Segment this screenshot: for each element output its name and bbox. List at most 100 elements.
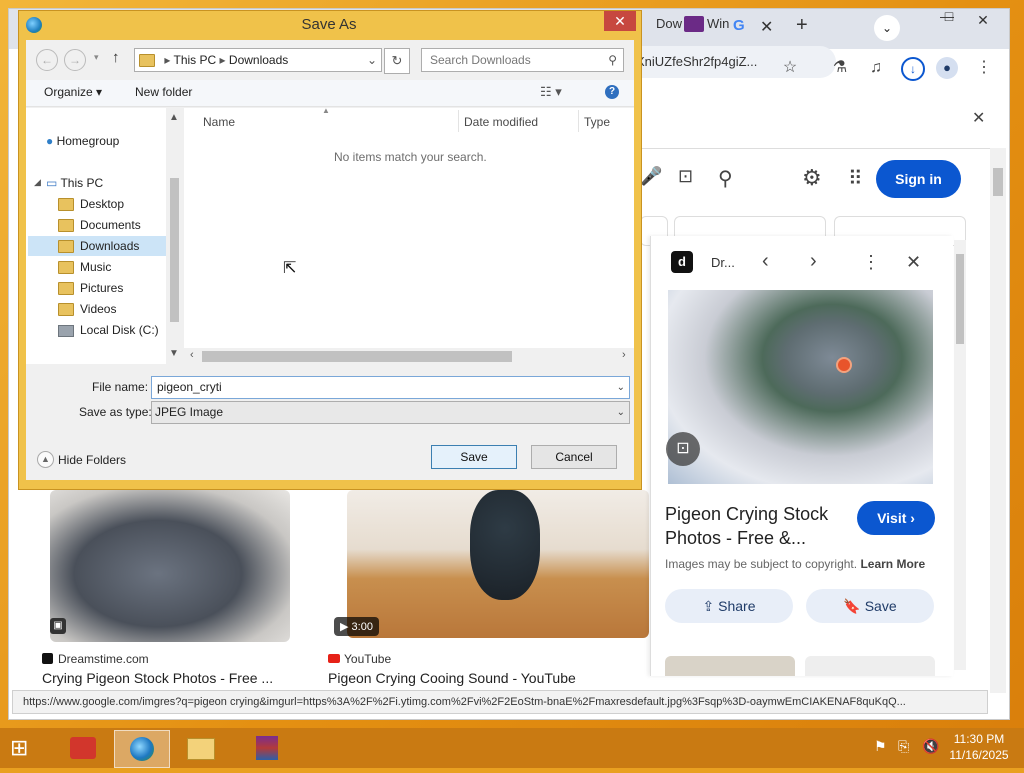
previous-chevron-icon[interactable]: ‹ xyxy=(762,250,769,273)
scroll-left-icon[interactable]: ‹ xyxy=(190,349,194,361)
download-icon[interactable]: ↓ xyxy=(901,57,925,81)
scroll-down-icon[interactable]: ▼ xyxy=(169,348,179,359)
column-header-name[interactable]: Name xyxy=(203,115,235,129)
volume-muted-icon[interactable]: 🔇 xyxy=(922,738,939,755)
apps-grid-icon[interactable]: ⠿ xyxy=(848,166,863,191)
refresh-icon[interactable]: ↻ xyxy=(384,48,410,74)
windows-start-icon[interactable]: ⊞ xyxy=(10,736,38,760)
voice-search-icon[interactable]: 🎤 xyxy=(640,166,662,187)
action-center-flag-icon[interactable]: ⚑ xyxy=(874,738,887,755)
media-queue-icon[interactable]: ♫ xyxy=(864,56,888,80)
chrome-menu-icon[interactable]: ⋮ xyxy=(972,56,996,80)
nav-documents[interactable]: Documents xyxy=(58,215,141,235)
related-image-thumb[interactable] xyxy=(805,656,935,676)
page-scrollbar-thumb[interactable] xyxy=(993,168,1003,196)
lens-search-icon[interactable]: ⊡ xyxy=(678,166,693,187)
expand-collapse-icon[interactable]: ◢ xyxy=(34,177,41,188)
preview-image[interactable] xyxy=(668,290,933,484)
up-arrow-icon[interactable]: ↑ xyxy=(112,49,120,66)
next-chevron-icon[interactable]: › xyxy=(810,250,817,273)
column-header-date[interactable]: Date modified xyxy=(464,115,538,129)
tab-win[interactable]: Win xyxy=(707,8,729,40)
lens-icon[interactable]: ⊡ xyxy=(666,432,700,466)
result-source[interactable]: Dreamstime.com xyxy=(58,652,149,666)
more-options-icon[interactable]: ⋮ xyxy=(862,252,880,273)
taskbar-browser-icon[interactable] xyxy=(114,730,170,768)
column-header-type[interactable]: Type xyxy=(584,115,610,129)
file-name-input[interactable]: pigeon_cryti ⌄ xyxy=(151,376,630,399)
new-folder-button[interactable]: New folder xyxy=(135,85,192,99)
breadcrumb-this-pc[interactable]: This PC xyxy=(174,53,217,67)
taskbar-app-cube-icon[interactable] xyxy=(56,730,110,766)
panel-scrollbar[interactable] xyxy=(954,240,966,670)
result-title[interactable]: Pigeon Crying Cooing Sound - YouTube xyxy=(328,670,576,686)
help-icon[interactable]: ? xyxy=(605,85,619,99)
nav-desktop[interactable]: Desktop xyxy=(58,194,124,214)
page-scrollbar[interactable] xyxy=(990,148,1006,693)
file-list-hscrollbar[interactable]: ‹ › xyxy=(184,348,634,365)
result-image-dreamstime[interactable] xyxy=(50,490,290,642)
nav-downloads[interactable]: Downloads xyxy=(28,236,166,256)
address-dropdown-icon[interactable]: ⌄ xyxy=(367,49,377,71)
save-type-dropdown-icon[interactable]: ⌄ xyxy=(617,402,625,423)
hscroll-thumb[interactable] xyxy=(202,351,512,362)
share-button[interactable]: ⇪ Share xyxy=(665,589,793,623)
save-image-button[interactable]: 🔖 Save xyxy=(806,589,934,623)
nav-homegroup[interactable]: ● Homegroup xyxy=(46,131,119,151)
panel-scrollbar-thumb[interactable] xyxy=(956,254,964,344)
profile-avatar-icon[interactable]: ● xyxy=(936,57,958,79)
labs-flask-icon[interactable]: ⚗ xyxy=(828,56,852,80)
related-image-thumb[interactable] xyxy=(665,656,795,676)
maximize-icon[interactable]: □ xyxy=(932,4,966,28)
visit-button[interactable]: Visit › xyxy=(857,501,935,535)
breadcrumb[interactable]: ▸ This PC ▸ Downloads ⌄ xyxy=(134,48,382,72)
sign-in-button[interactable]: Sign in xyxy=(876,160,961,198)
search-icon[interactable]: ⚲ xyxy=(718,166,733,191)
nav-scroll-thumb[interactable] xyxy=(170,178,179,322)
nav-pictures[interactable]: Pictures xyxy=(58,278,123,298)
nav-videos[interactable]: Videos xyxy=(58,299,116,319)
recent-locations-chevron-icon[interactable]: ▾ xyxy=(94,52,99,63)
tab-search-chevron-icon[interactable]: ⌄ xyxy=(874,15,900,41)
address-bar[interactable]: XniUZfeShr2fp4giZ... xyxy=(630,46,836,78)
organize-menu[interactable]: Organize ▾ xyxy=(44,85,102,99)
nav-music[interactable]: Music xyxy=(58,257,111,277)
save-type-select[interactable]: JPEG Image ⌄ xyxy=(151,401,630,424)
close-window-icon[interactable]: ✕ xyxy=(966,8,1000,32)
file-name-dropdown-icon[interactable]: ⌄ xyxy=(617,377,625,398)
save-button[interactable]: Save xyxy=(431,445,517,469)
network-icon[interactable]: ⎘ xyxy=(898,738,909,755)
scroll-up-icon[interactable]: ▲ xyxy=(169,112,179,123)
hide-folders-chevron-icon[interactable]: ▲ xyxy=(37,451,54,468)
taskbar-winrar-icon[interactable] xyxy=(240,730,294,766)
dialog-close-icon[interactable]: ✕ xyxy=(604,11,636,31)
panel-title[interactable]: Pigeon Crying Stock Photos - Free &... xyxy=(665,502,828,550)
nav-local-disk[interactable]: Local Disk (C:) xyxy=(58,320,159,340)
breadcrumb-downloads[interactable]: Downloads xyxy=(229,53,288,67)
back-arrow-icon[interactable]: ← xyxy=(36,49,58,71)
bookmark-star-icon[interactable]: ☆ xyxy=(778,56,802,80)
search-box[interactable]: Search Downloads ⚲ xyxy=(421,48,624,72)
column-divider[interactable] xyxy=(578,110,579,132)
panel-close-icon[interactable]: ✕ xyxy=(906,252,921,273)
tab-close-icon[interactable]: ✕ xyxy=(760,17,773,37)
infobar-close-icon[interactable]: ✕ xyxy=(972,108,985,128)
learn-more-link[interactable]: Learn More xyxy=(860,557,925,571)
view-options-icon[interactable]: ☷ ▾ xyxy=(540,84,562,100)
winrar-tab-icon xyxy=(684,16,704,32)
cancel-button[interactable]: Cancel xyxy=(531,445,617,469)
settings-gear-icon[interactable]: ⚙ xyxy=(802,165,822,191)
forward-arrow-icon[interactable]: → xyxy=(64,49,86,71)
result-title[interactable]: Crying Pigeon Stock Photos - Free ... xyxy=(42,670,273,686)
taskbar-file-explorer-icon[interactable] xyxy=(174,730,228,766)
nav-scrollbar[interactable]: ▲ ▼ xyxy=(166,108,183,364)
nav-this-pc[interactable]: ▭ This PC xyxy=(46,173,103,193)
result-source[interactable]: YouTube xyxy=(344,652,391,666)
tab-dow[interactable]: Dow xyxy=(656,8,682,40)
taskbar-clock[interactable]: 11:30 PM 11/16/2025 xyxy=(944,731,1014,763)
column-divider[interactable] xyxy=(458,110,459,132)
panel-source[interactable]: Dr... xyxy=(711,255,735,270)
hide-folders-button[interactable]: Hide Folders xyxy=(58,453,126,467)
scroll-right-icon[interactable]: › xyxy=(622,349,626,361)
new-tab-icon[interactable]: + xyxy=(796,14,808,37)
